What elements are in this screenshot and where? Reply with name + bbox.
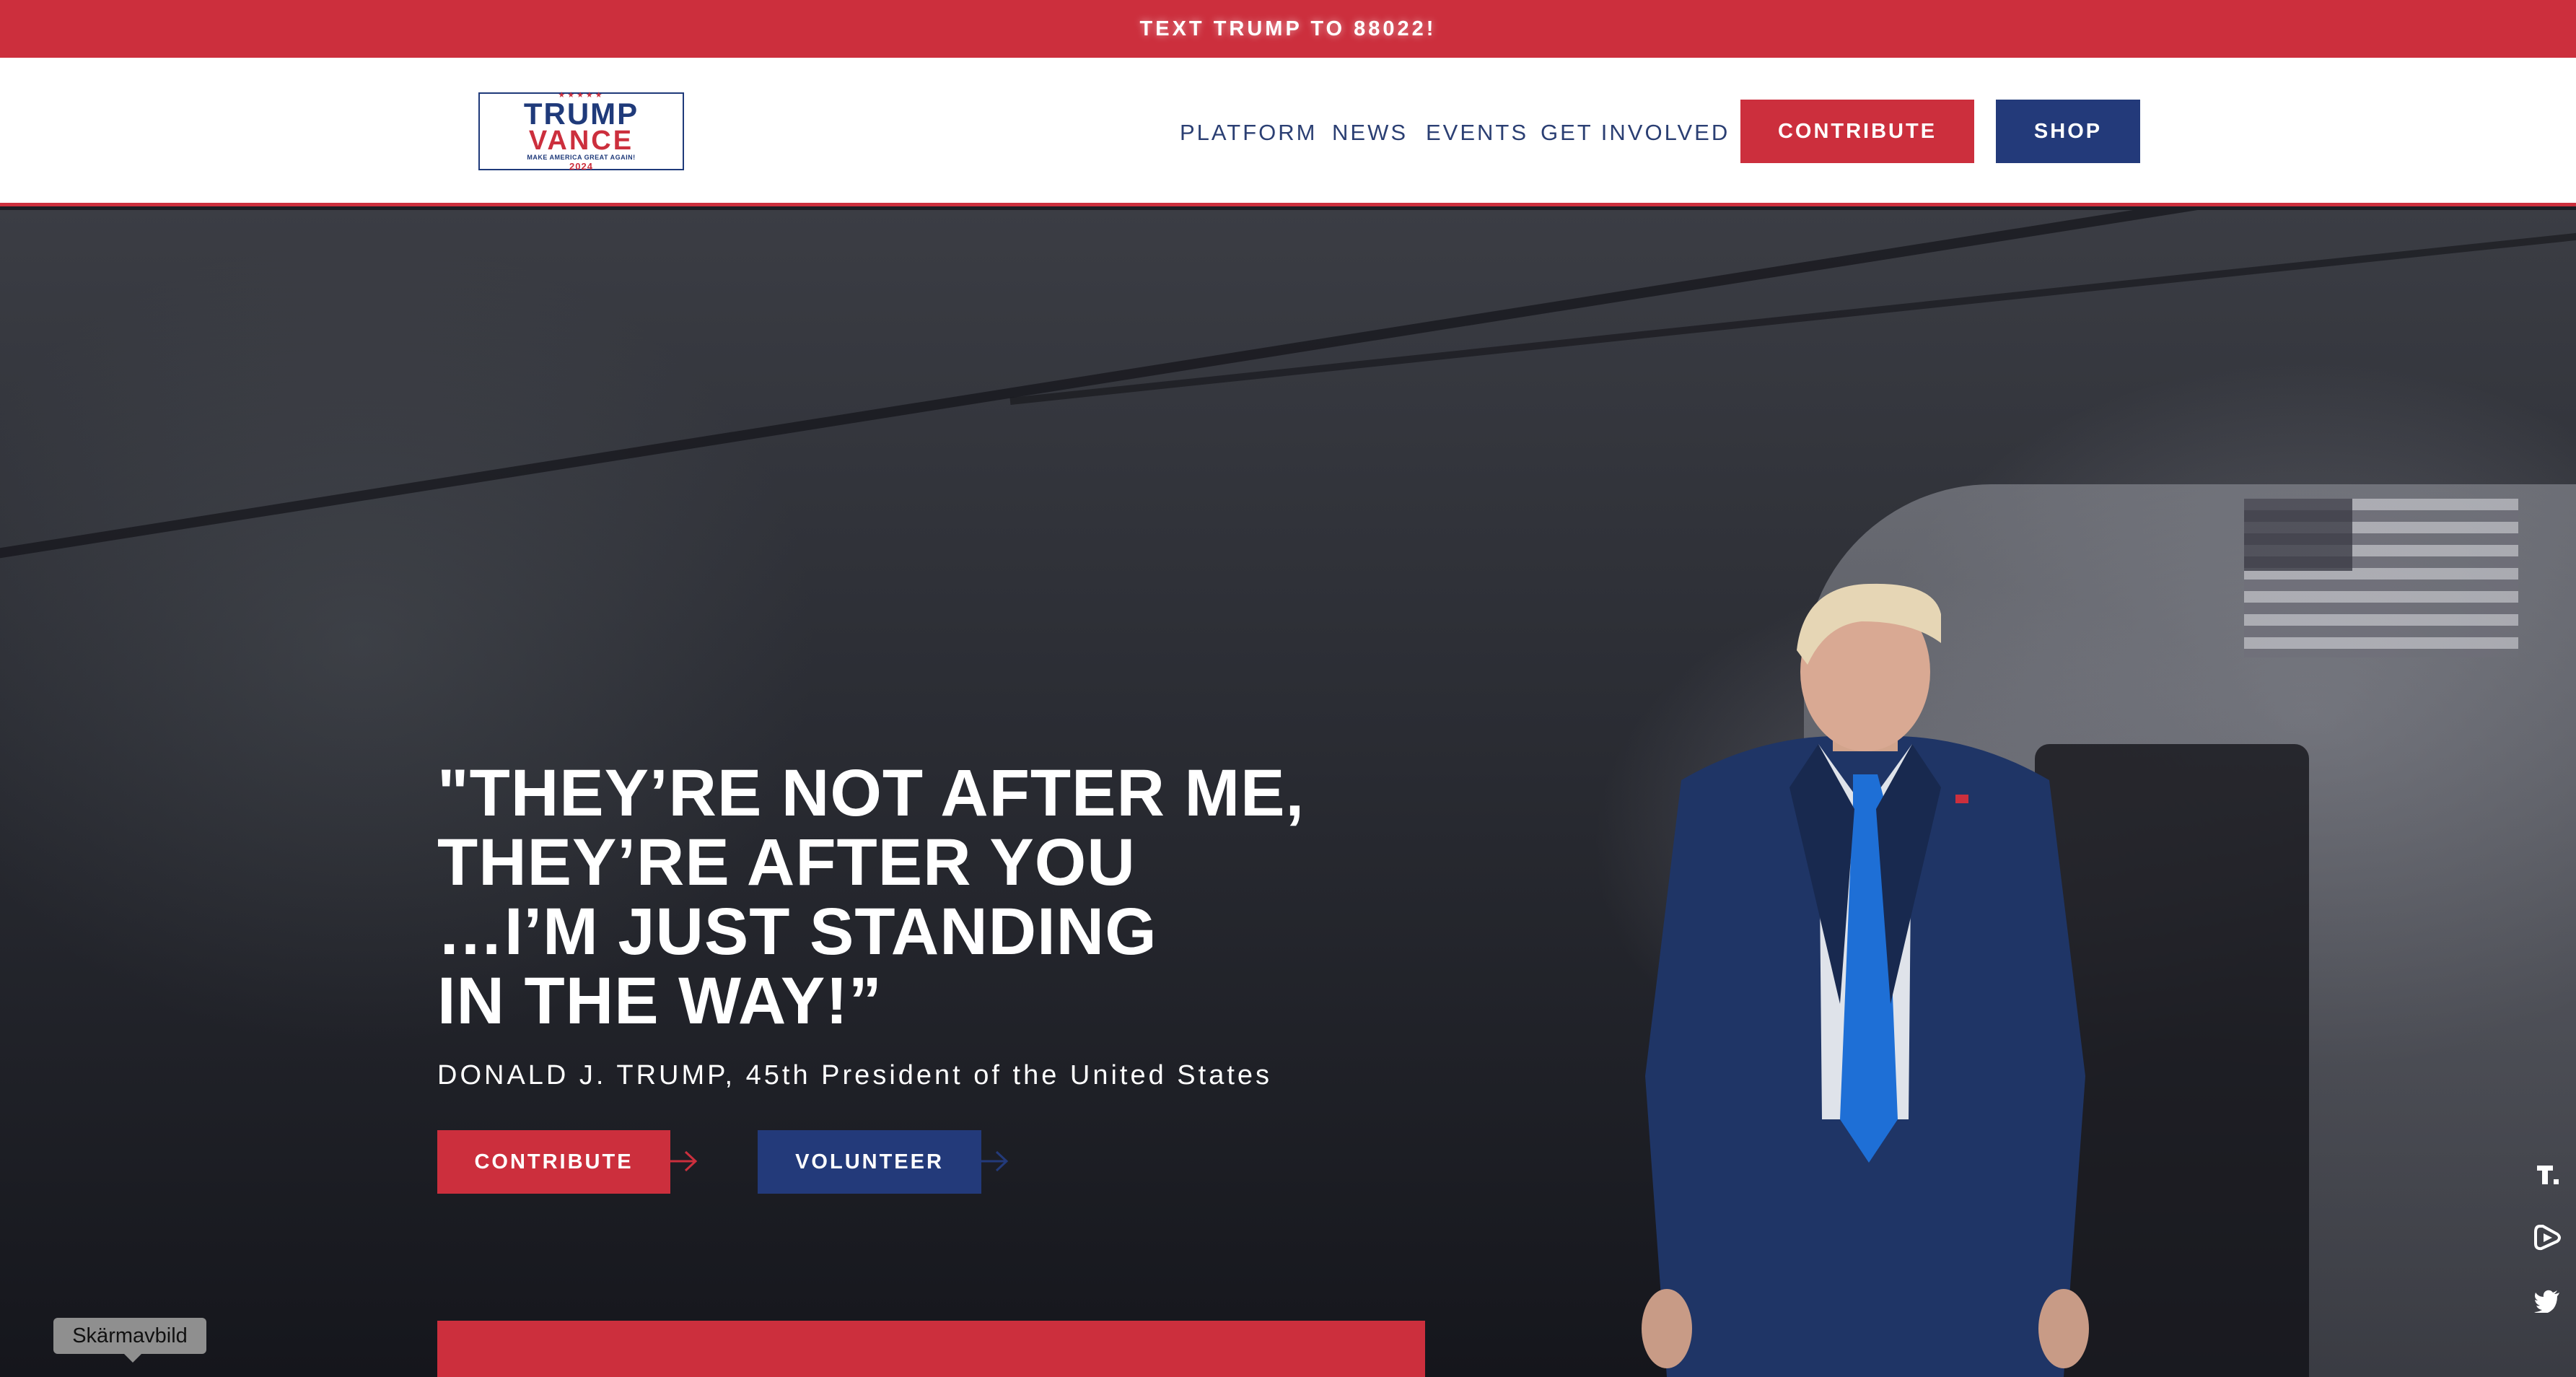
arrow-right-icon (979, 1150, 1009, 1172)
president-photo (1642, 583, 2089, 1377)
shop-button[interactable]: SHOP (1996, 100, 2140, 163)
quote-attribution: DONALD J. TRUMP, 45th President of the U… (437, 1060, 1273, 1090)
nav-news[interactable]: NEWS (1332, 118, 1408, 147)
arrow-right-icon (668, 1150, 698, 1172)
main-nav: PLATFORM NEWS EVENTS GET INVOLVED CONTRI… (0, 58, 2576, 206)
site-header: ★★★★★ TRUMP VANCE MAKE AMERICA GREAT AGA… (0, 58, 2576, 206)
twitter-bird-glyph (2534, 1290, 2559, 1313)
truth-social-icon[interactable] (2518, 1153, 2576, 1196)
hero-section: "THEY’RE NOT AFTER ME, THEY’RE AFTER YOU… (0, 210, 2576, 1377)
rumble-icon[interactable] (2518, 1216, 2576, 1259)
quote-line: …I’M JUST STANDING (437, 895, 1157, 969)
tooltip-text: Skärmavbild (72, 1324, 188, 1347)
nav-platform[interactable]: PLATFORM (1180, 118, 1318, 147)
screenshot-tooltip: Skärmavbild (53, 1318, 206, 1363)
truth-social-glyph (2537, 1166, 2559, 1184)
banner-text: TEXT TRUMP TO 88022! (1139, 17, 1437, 40)
bottom-red-banner[interactable] (437, 1321, 1425, 1377)
hero-quote: "THEY’RE NOT AFTER ME, THEY’RE AFTER YOU… (437, 759, 1447, 1036)
contribute-button[interactable]: CONTRIBUTE (1740, 100, 1974, 163)
nav-get-involved[interactable]: GET INVOLVED (1541, 118, 1730, 147)
nav-events[interactable]: EVENTS (1426, 118, 1528, 147)
quote-line: THEY’RE AFTER YOU (437, 826, 1136, 899)
hero-contribute-button[interactable]: CONTRIBUTE (437, 1130, 670, 1194)
text-trump-banner[interactable]: TEXT TRUMP TO 88022! (0, 0, 2576, 58)
flag-canton (2244, 499, 2352, 571)
rumble-glyph (2534, 1225, 2561, 1251)
hero-volunteer-button[interactable]: VOLUNTEER (758, 1130, 981, 1194)
quote-line: IN THE WAY!” (437, 964, 882, 1038)
twitter-icon[interactable] (2518, 1280, 2576, 1323)
rotor-blade (1009, 217, 2576, 405)
quote-line: "THEY’RE NOT AFTER ME, (437, 756, 1305, 830)
